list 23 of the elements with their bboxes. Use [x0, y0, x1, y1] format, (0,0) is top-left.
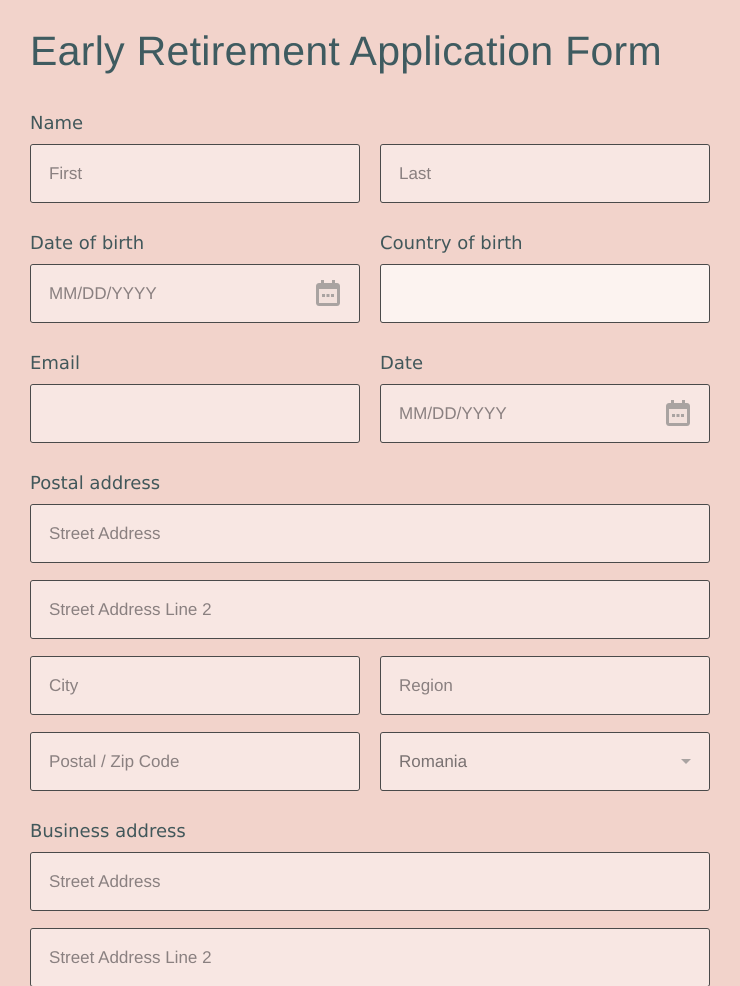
- input-field[interactable]: Postal / Zip Code: [30, 732, 360, 791]
- field-label: Email: [30, 353, 81, 375]
- date-field[interactable]: MM/DD/YYYY: [380, 384, 710, 443]
- field-label: Business address: [30, 821, 187, 843]
- input-field[interactable]: First: [30, 144, 360, 203]
- field-label: Date: [380, 353, 424, 375]
- caret-icon: [681, 759, 691, 764]
- field-label: Country of birth: [380, 233, 524, 255]
- form-title: Early Retirement Application Form: [30, 28, 663, 75]
- input-field[interactable]: Street Address Line 2: [30, 928, 710, 986]
- input-field[interactable]: Last: [380, 144, 710, 203]
- input-field[interactable]: [30, 384, 360, 443]
- input-field[interactable]: Street Address Line 2: [30, 580, 710, 639]
- field-label: Date of birth: [30, 233, 146, 255]
- input-field[interactable]: [380, 264, 710, 323]
- input-field[interactable]: City: [30, 656, 360, 715]
- field-label: Postal address: [30, 473, 162, 495]
- input-field[interactable]: Region: [380, 656, 710, 715]
- input-field[interactable]: Street Address: [30, 504, 710, 563]
- input-field[interactable]: Street Address: [30, 852, 710, 911]
- date-field[interactable]: MM/DD/YYYY: [30, 264, 360, 323]
- field-label: Name: [30, 113, 84, 135]
- country-dropdown[interactable]: Romania: [380, 732, 710, 791]
